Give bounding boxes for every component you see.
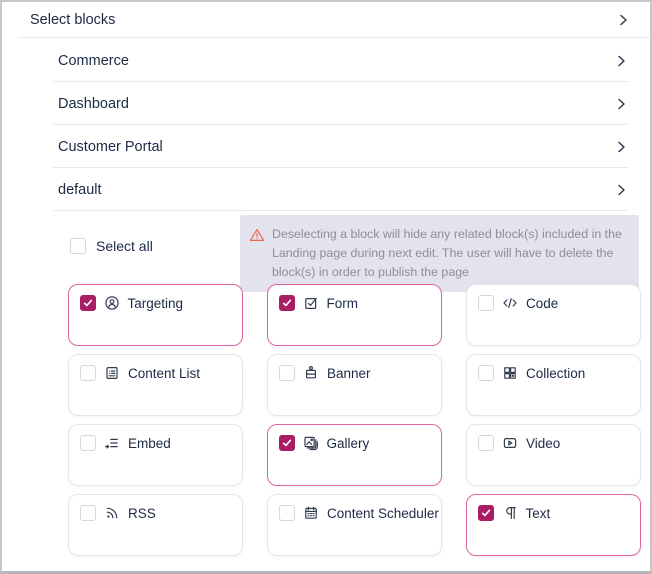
- section-list: Commerce Dashboard Customer Portal defau…: [2, 39, 650, 211]
- warning-text: Deselecting a block will hide any relate…: [272, 225, 626, 282]
- chevron-right-icon[interactable]: [614, 54, 628, 68]
- checkbox[interactable]: [478, 505, 494, 521]
- chevron-right-icon[interactable]: [614, 97, 628, 111]
- block-label: Targeting: [128, 295, 184, 312]
- block-label: Content Scheduler: [327, 505, 439, 522]
- select-all-checkbox[interactable]: [70, 238, 86, 254]
- form-icon: [303, 295, 319, 311]
- gallery-icon: [303, 435, 319, 451]
- section-row-customer-portal[interactable]: Customer Portal: [2, 125, 650, 168]
- section-row-commerce[interactable]: Commerce: [2, 39, 650, 82]
- block-card-collection[interactable]: Collection: [466, 354, 641, 416]
- block-label: Embed: [128, 435, 171, 452]
- block-label: Video: [526, 435, 560, 452]
- block-label: Content List: [128, 365, 200, 382]
- checkbox[interactable]: [478, 365, 494, 381]
- checkbox[interactable]: [80, 435, 96, 451]
- section-label: Customer Portal: [58, 139, 163, 155]
- checkbox[interactable]: [279, 365, 295, 381]
- checkbox[interactable]: [478, 435, 494, 451]
- block-card-video[interactable]: Video: [466, 424, 641, 486]
- checkbox[interactable]: [80, 505, 96, 521]
- banner-icon: [303, 365, 319, 381]
- block-label: Gallery: [327, 435, 370, 452]
- targeting-icon: [104, 295, 120, 311]
- checkbox[interactable]: [279, 505, 295, 521]
- content-scheduler-icon: [303, 505, 319, 521]
- embed-icon: [104, 435, 120, 451]
- chevron-right-icon[interactable]: [614, 140, 628, 154]
- block-card-embed[interactable]: Embed: [68, 424, 243, 486]
- block-card-rss[interactable]: RSS: [68, 494, 243, 556]
- text-icon: [502, 505, 518, 521]
- block-card-content-scheduler[interactable]: Content Scheduler: [267, 494, 442, 556]
- section-label: default: [58, 182, 102, 198]
- section-row-dashboard[interactable]: Dashboard: [2, 82, 650, 125]
- collection-icon: [502, 365, 518, 381]
- select-all-control[interactable]: Select all: [70, 238, 153, 254]
- block-label: Form: [327, 295, 359, 312]
- chevron-right-icon[interactable]: [614, 183, 628, 197]
- section-label: Dashboard: [58, 96, 129, 112]
- block-label: Banner: [327, 365, 371, 382]
- panel-title: Select blocks: [30, 12, 115, 28]
- block-label: Code: [526, 295, 558, 312]
- warning-banner: Deselecting a block will hide any relate…: [240, 215, 639, 292]
- block-card-text[interactable]: Text: [466, 494, 641, 556]
- block-label: RSS: [128, 505, 156, 522]
- block-label: Text: [526, 505, 551, 522]
- content-list-icon: [104, 365, 120, 381]
- block-card-code[interactable]: Code: [466, 284, 641, 346]
- video-icon: [502, 435, 518, 451]
- block-card-content-list[interactable]: Content List: [68, 354, 243, 416]
- checkbox[interactable]: [80, 295, 96, 311]
- block-card-banner[interactable]: Banner: [267, 354, 442, 416]
- checkbox[interactable]: [80, 365, 96, 381]
- chevron-right-icon[interactable]: [616, 13, 630, 27]
- warning-triangle-icon: [249, 227, 265, 243]
- select-blocks-header[interactable]: Select blocks: [2, 2, 650, 38]
- block-card-gallery[interactable]: Gallery: [267, 424, 442, 486]
- blocks-grid: Targeting Form Code: [68, 284, 641, 556]
- block-label: Collection: [526, 365, 585, 382]
- section-row-default[interactable]: default: [2, 168, 650, 211]
- block-card-form[interactable]: Form: [267, 284, 442, 346]
- rss-icon: [104, 505, 120, 521]
- code-icon: [502, 295, 518, 311]
- select-all-label: Select all: [96, 238, 153, 254]
- checkbox[interactable]: [279, 435, 295, 451]
- block-card-targeting[interactable]: Targeting: [68, 284, 243, 346]
- checkbox[interactable]: [279, 295, 295, 311]
- section-label: Commerce: [58, 53, 129, 69]
- checkbox[interactable]: [478, 295, 494, 311]
- select-blocks-panel: Select blocks Commerce Dashboard Custome…: [0, 0, 652, 574]
